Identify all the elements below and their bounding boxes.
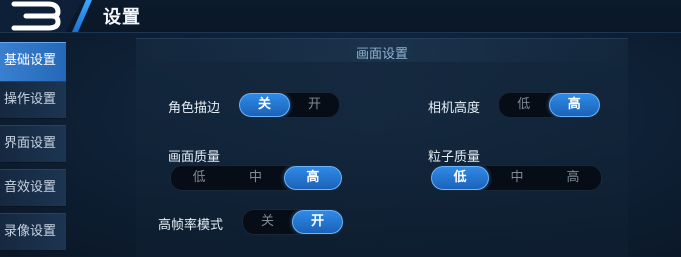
sidebar-item-label: 音效设置 [4,180,57,195]
outline-toggle[interactable]: 关 开 [238,92,340,118]
outline-option-on[interactable]: 开 [290,93,339,117]
sidebar-item-basic-settings[interactable]: 基础设置 [0,42,66,82]
back-arrow-icon [11,1,61,31]
particles-option-low[interactable]: 低 [431,166,489,190]
sidebar-item-control-settings[interactable]: 操作设置 [0,81,66,119]
camera-height-label: 相机高度 [428,101,481,116]
particles-label: 粒子质量 [428,150,481,165]
high-fps-option-on[interactable]: 开 [292,210,343,234]
outline-label: 角色描边 [168,101,221,116]
quality-option-high[interactable]: 高 [283,166,342,190]
settings-sidebar: 基础设置 操作设置 界面设置 音效设置 录像设置 [0,38,66,256]
outline-option-off[interactable]: 关 [239,93,290,117]
quality-option-medium[interactable]: 中 [227,166,283,190]
particles-option-medium[interactable]: 中 [489,166,545,190]
section-title: 画面设置 [355,47,408,62]
sidebar-item-sound-settings[interactable]: 音效设置 [0,169,66,207]
particles-option-high[interactable]: 高 [545,166,601,190]
sidebar-item-label: 界面设置 [4,136,57,151]
high-fps-toggle[interactable]: 关 开 [242,209,344,235]
camera-height-option-low[interactable]: 低 [499,93,549,117]
back-button[interactable] [0,0,82,32]
page-title: 设置 [103,7,141,28]
high-fps-label: 高帧率模式 [158,218,224,233]
top-bar: 设置 [0,0,681,33]
sidebar-item-replay-settings[interactable]: 录像设置 [0,213,66,251]
quality-label: 画面质量 [168,150,221,165]
camera-height-option-high[interactable]: 高 [548,93,600,117]
quality-selector[interactable]: 低 中 高 [170,165,343,191]
sidebar-item-interface-settings[interactable]: 界面设置 [0,125,66,163]
camera-height-toggle[interactable]: 低 高 [498,92,601,118]
quality-option-low[interactable]: 低 [171,166,227,190]
sidebar-item-label: 操作设置 [4,92,57,107]
particles-selector[interactable]: 低 中 高 [430,165,602,191]
high-fps-option-off[interactable]: 关 [243,210,292,234]
sidebar-item-label: 录像设置 [4,224,57,239]
sidebar-item-label: 基础设置 [4,53,57,68]
